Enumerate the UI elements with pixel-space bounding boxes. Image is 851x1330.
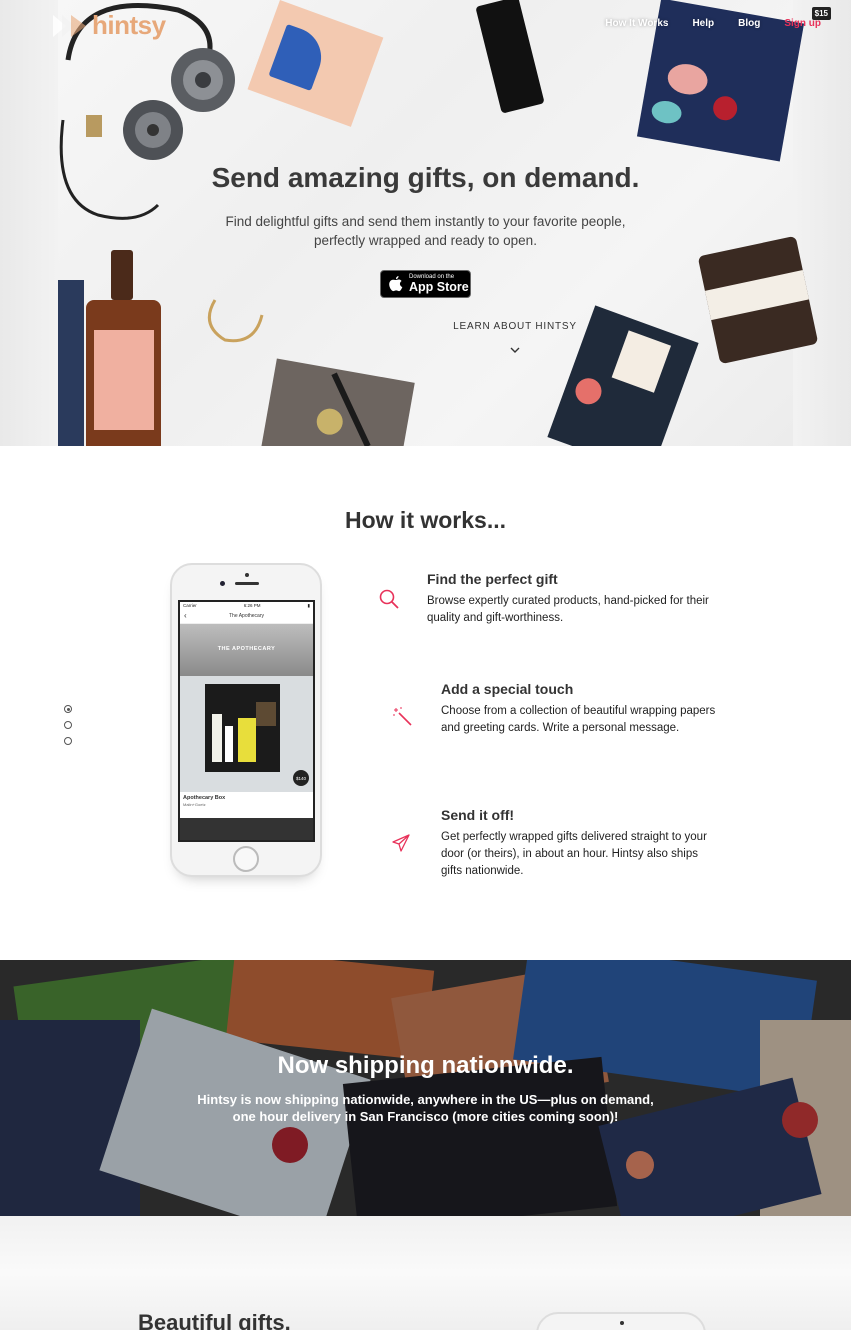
hero-backdrop-left <box>0 0 58 446</box>
nationwide-banner <box>0 960 851 1216</box>
step-special-touch: Add a special touch Choose from a collec… <box>441 681 721 737</box>
phone-camera-dot <box>620 1321 624 1325</box>
nationwide-title: Now shipping nationwide. <box>277 1052 574 1079</box>
step-find-gift: Find the perfect gift Browse expertly cu… <box>427 571 717 627</box>
tube-image <box>475 0 545 114</box>
learn-about-link[interactable]: LEARN ABOUT HINTSY <box>0 321 851 332</box>
envelope-image <box>261 358 415 446</box>
phone-home-button <box>233 846 259 872</box>
paper-plane-icon <box>392 834 410 852</box>
step-title: Send it off! <box>441 807 515 823</box>
step-send-it: Send it off! Get perfectly wrapped gifts… <box>441 807 721 880</box>
step-title: Find the perfect gift <box>427 571 558 587</box>
nationwide-description: Hintsy is now shipping nationwide, anywh… <box>197 1092 654 1124</box>
phone-speaker <box>235 582 259 585</box>
product-box-yellow <box>238 718 256 762</box>
product-jar <box>256 702 276 726</box>
hero-title: Send amazing gifts, on demand. <box>211 162 640 193</box>
chevron-down-icon[interactable] <box>510 346 520 354</box>
credit-badge: $15 <box>811 7 831 20</box>
app-screen-title: The Apothecary <box>228 613 265 619</box>
phone-front-camera <box>220 581 225 586</box>
phone-mockup-2 <box>536 1312 706 1330</box>
hintsy-logo-icon <box>53 14 86 37</box>
product-vendor: Malin+Goetz <box>183 802 206 807</box>
gifts-section-background <box>0 1216 851 1330</box>
phone-camera-dot <box>245 573 249 577</box>
magic-wand-icon <box>393 707 412 726</box>
how-it-works-title: How it works... <box>344 507 507 533</box>
card-image <box>247 0 384 127</box>
app-header: ‹ The Apothecary <box>180 610 313 624</box>
category-banner-label: THE APOTHECARY <box>217 646 276 652</box>
step-title: Add a special touch <box>441 681 574 697</box>
wrapped-gifts-background-image <box>0 960 851 1216</box>
phone-status-bar: Carrier 6:26 PM ▮ <box>180 602 313 610</box>
carousel-dot-3[interactable] <box>64 737 72 745</box>
phone-mockup: Carrier 6:26 PM ▮ ‹ The Apothecary THE A… <box>170 563 322 877</box>
next-product-image <box>180 818 313 840</box>
status-time: 6:26 PM <box>243 603 261 608</box>
beautiful-gifts-title: Beautiful gifts. <box>138 1310 291 1330</box>
hero-section: hintsy How It Works Help Blog Sign up $1… <box>0 0 851 446</box>
battery-icon: ▮ <box>307 603 310 608</box>
price-badge: $140 <box>293 770 309 786</box>
apple-icon <box>389 276 403 292</box>
top-navigation: How It Works Help Blog Sign up <box>605 18 821 29</box>
product-bottle-1 <box>212 714 222 762</box>
phone-screen: Carrier 6:26 PM ▮ ‹ The Apothecary THE A… <box>178 600 315 842</box>
carousel-dot-2[interactable] <box>64 721 72 729</box>
whisky-bottle-image <box>76 250 186 446</box>
nav-how-it-works[interactable]: How It Works <box>605 18 668 29</box>
carousel-pagination <box>64 705 72 745</box>
app-store-button[interactable]: Download on the App Store <box>380 270 471 298</box>
hero-backdrop-right <box>793 0 851 446</box>
hero-subtitle: Find delightful gifts and send them inst… <box>225 214 626 248</box>
nav-help[interactable]: Help <box>692 18 714 29</box>
product-name: Apothecary Box <box>183 795 226 801</box>
app-store-big-label: App Store <box>409 280 469 294</box>
back-arrow-icon: ‹ <box>184 611 187 620</box>
bracelet-image <box>207 299 264 343</box>
step-description: Get perfectly wrapped gifts delivered st… <box>441 831 707 877</box>
carousel-dot-1[interactable] <box>64 705 72 713</box>
nav-blog[interactable]: Blog <box>738 18 760 29</box>
product-bottle-2 <box>225 726 233 762</box>
category-banner: THE APOTHECARY <box>180 624 313 676</box>
product-image: $140 <box>180 676 313 792</box>
status-carrier: Carrier <box>183 603 197 608</box>
step-description: Browse expertly curated products, hand-p… <box>427 595 709 624</box>
search-icon <box>379 589 399 609</box>
brand-name: hintsy <box>92 10 166 40</box>
pattern-fabric-image <box>58 280 84 446</box>
step-description: Choose from a collection of beautiful wr… <box>441 705 716 734</box>
brand-logo[interactable]: hintsy <box>52 10 166 41</box>
